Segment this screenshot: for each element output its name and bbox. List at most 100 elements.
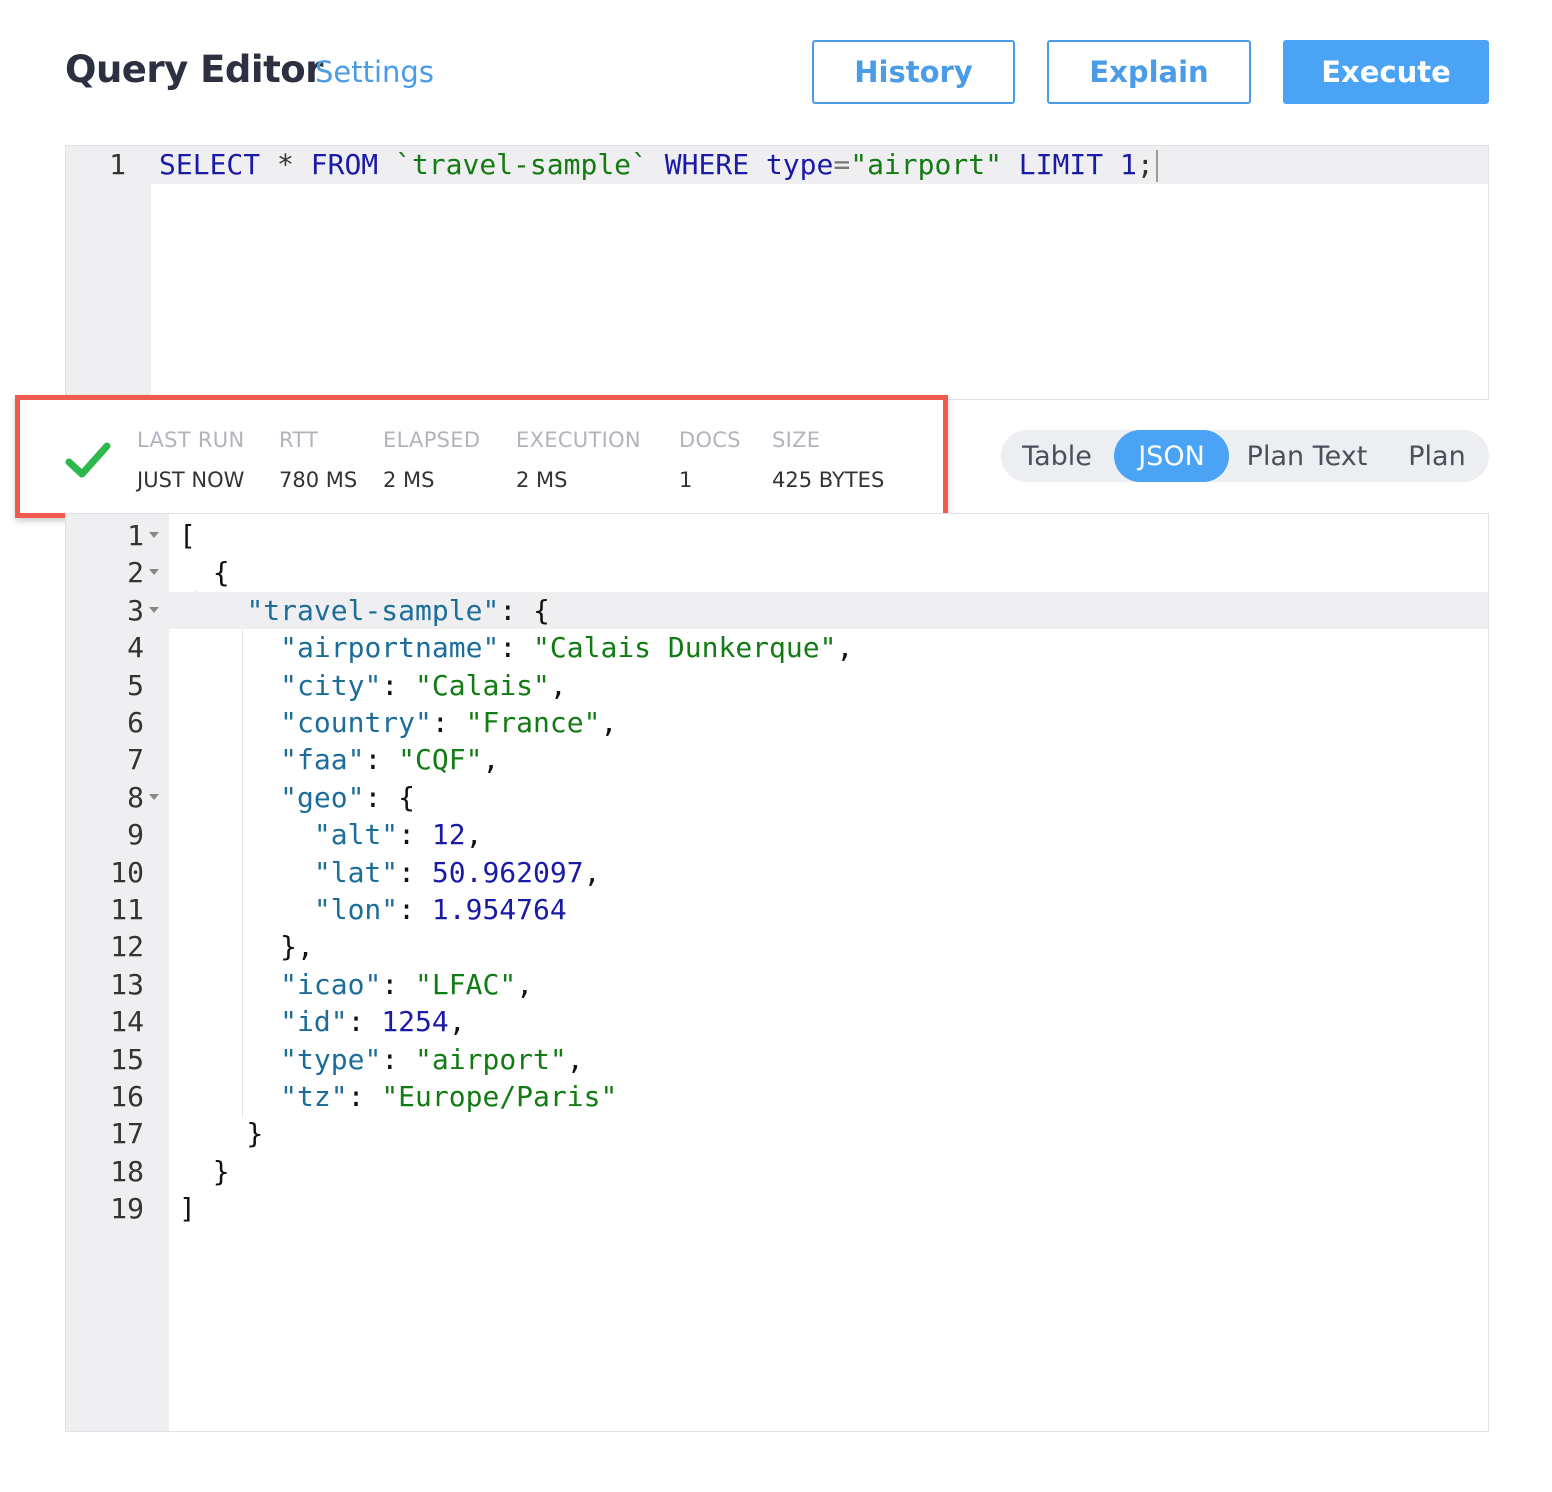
json-token: :	[381, 967, 416, 1001]
query-token	[749, 148, 766, 181]
result-line-number: 16	[110, 1080, 144, 1113]
json-token: "icao"	[280, 967, 382, 1001]
result-line: 17 }	[66, 1115, 1488, 1152]
result-line: 10 "lat": 50.962097,	[66, 854, 1488, 891]
fold-arrow-icon[interactable]	[149, 532, 159, 538]
json-token: :	[347, 1080, 382, 1113]
stat-value: 780 MS	[279, 468, 358, 492]
stat-label: DOCS	[679, 428, 741, 452]
stat-label: LAST RUN	[137, 428, 245, 452]
result-code: "type": "airport",	[179, 1041, 583, 1078]
stat-value: JUST NOW	[137, 468, 245, 492]
json-token: "Calais Dunkerque"	[533, 631, 837, 665]
result-line: 6 "country": "France",	[66, 704, 1488, 741]
result-code: "alt": 12,	[179, 816, 483, 853]
json-token: ]	[179, 1192, 196, 1226]
json-token: ,	[836, 631, 854, 665]
query-token	[1103, 148, 1120, 181]
result-code: "tz": "Europe/Paris"	[179, 1078, 617, 1115]
fold-arrow-icon[interactable]	[149, 569, 159, 576]
stat-docs: DOCS 1	[679, 428, 741, 492]
query-token: `travel-sample`	[395, 148, 648, 181]
json-token: "geo"	[280, 780, 365, 814]
result-code: },	[179, 928, 314, 965]
query-token	[1002, 148, 1019, 181]
json-token: : {	[499, 593, 550, 627]
json-token: },	[179, 930, 314, 964]
stat-rtt: RTT 780 MS	[279, 428, 357, 492]
json-token: "airport"	[415, 1042, 567, 1076]
json-token: "country"	[280, 706, 432, 739]
tab-plan-text[interactable]: Plan Text	[1237, 430, 1377, 482]
tab-json[interactable]: JSON	[1114, 430, 1229, 482]
result-line: 16 "tz": "Europe/Paris"	[66, 1078, 1488, 1115]
json-token: [	[179, 519, 196, 552]
query-token: *	[260, 148, 311, 181]
json-token: :	[398, 818, 432, 852]
stat-elapsed: ELAPSED 2 MS	[383, 428, 480, 492]
result-line: 8 "geo": {	[66, 779, 1488, 816]
result-line-number: 7	[127, 743, 144, 777]
json-token: "tz"	[280, 1080, 348, 1113]
stat-label: EXECUTION	[516, 428, 641, 452]
result-code: ]	[179, 1190, 196, 1227]
execute-button[interactable]: Execute	[1283, 40, 1489, 104]
json-token: : {	[364, 780, 416, 814]
query-token: 1	[1119, 148, 1137, 181]
stat-value: 425 BYTES	[772, 468, 885, 492]
json-token: "faa"	[280, 743, 365, 777]
query-text[interactable]: SELECT * FROM `travel-sample` WHERE type…	[159, 146, 1158, 184]
tab-plan[interactable]: Plan	[1389, 430, 1485, 482]
result-line-number: 11	[110, 893, 144, 926]
json-token: ,	[516, 967, 534, 1001]
json-token: "travel-sample"	[246, 593, 500, 627]
result-line: 9 "alt": 12,	[66, 816, 1488, 853]
json-token: :	[381, 668, 416, 702]
result-line-number: 19	[110, 1192, 144, 1226]
result-editor[interactable]: 1[2 {3 "travel-sample": {4 "airportname"…	[65, 513, 1489, 1432]
query-token: =	[833, 148, 851, 181]
stat-value: 2 MS	[516, 468, 568, 492]
query-token: type	[765, 148, 834, 181]
json-token: 50.962097	[431, 855, 584, 889]
query-editor[interactable]: 1 SELECT * FROM `travel-sample` WHERE ty…	[65, 145, 1489, 400]
json-token: "alt"	[313, 818, 399, 852]
tab-table[interactable]: Table	[1001, 430, 1113, 482]
result-code: "country": "France",	[179, 704, 617, 741]
result-line-number: 2	[127, 556, 144, 590]
result-line-number: 5	[127, 668, 144, 702]
result-line: 2 {	[66, 554, 1488, 591]
json-token: :	[431, 706, 466, 739]
result-line-number: 1	[127, 519, 144, 552]
query-token: SELECT	[159, 148, 261, 181]
json-token: :	[364, 743, 399, 777]
result-code: "travel-sample": {	[179, 592, 550, 629]
json-token: }	[179, 1117, 264, 1151]
fold-arrow-icon[interactable]	[149, 606, 159, 613]
settings-link[interactable]: Settings	[315, 55, 434, 89]
json-token: "Europe/Paris"	[381, 1080, 618, 1113]
json-token: ,	[482, 743, 500, 777]
explain-button[interactable]: Explain	[1047, 40, 1251, 104]
result-line-number: 6	[127, 706, 144, 739]
history-button[interactable]: History	[812, 40, 1015, 104]
json-token: "LFAC"	[415, 967, 517, 1001]
json-token: ,	[583, 855, 601, 889]
result-line: 3 "travel-sample": {	[66, 591, 1488, 630]
json-token: "city"	[280, 668, 382, 702]
result-line: 11 "lon": 1.954764	[66, 891, 1488, 928]
json-token: {	[179, 556, 230, 590]
result-line: 18 }	[66, 1153, 1488, 1190]
fold-arrow-icon[interactable]	[149, 793, 159, 800]
result-line: 19]	[66, 1190, 1488, 1227]
